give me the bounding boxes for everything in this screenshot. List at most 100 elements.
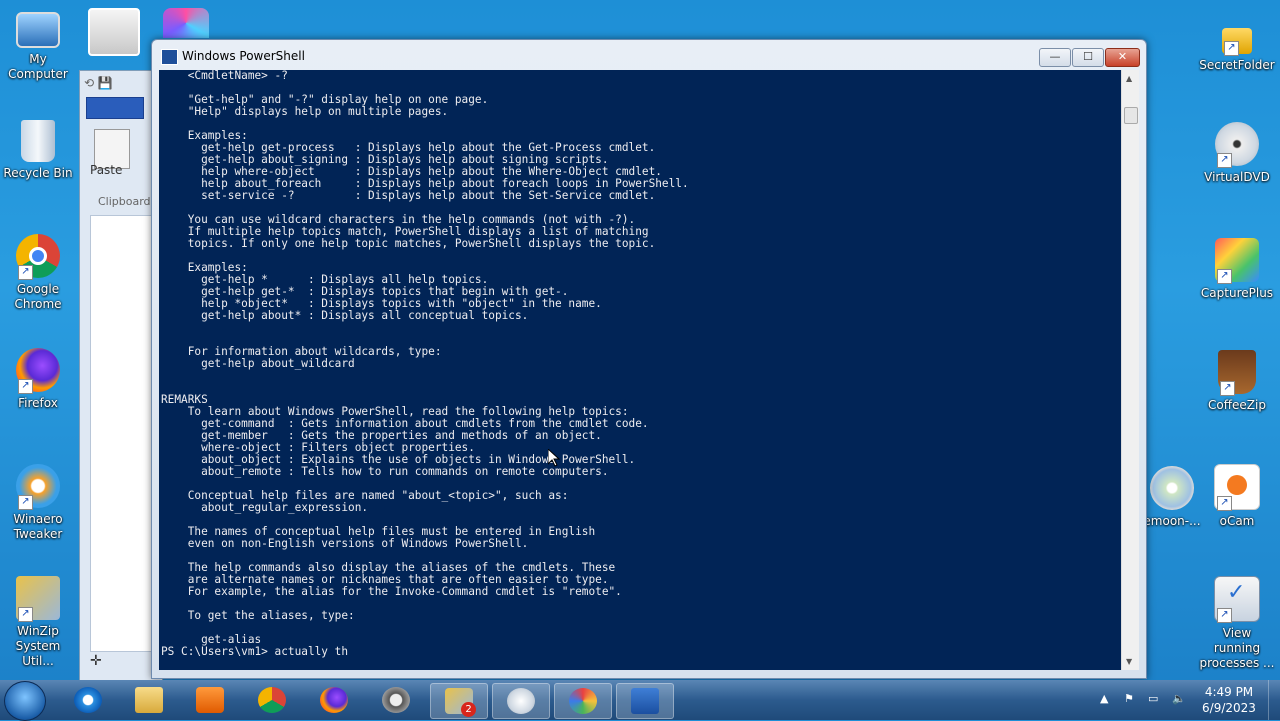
process-window-icon: ✓ ↗: [1214, 576, 1260, 623]
icon-label: Google Chrome: [14, 282, 62, 311]
taskbar-powershell[interactable]: [616, 683, 674, 719]
clock-time: 4:49 PM: [1204, 685, 1254, 699]
start-button[interactable]: [4, 681, 46, 721]
icon-label: Recycle Bin: [3, 166, 73, 180]
paste-label[interactable]: Paste: [90, 163, 122, 177]
camstudio-icon[interactable]: [88, 8, 140, 56]
shortcut-arrow-icon: ↗: [18, 265, 33, 280]
shortcut-arrow-icon: ↗: [18, 495, 33, 510]
secretfolder-icon[interactable]: ↗ SecretFolder: [1199, 12, 1275, 73]
taskbar-winzip[interactable]: 2: [430, 683, 488, 719]
raccoon-icon: [382, 687, 410, 713]
close-button[interactable]: ✕: [1105, 48, 1140, 67]
ribbon-menu-button[interactable]: [86, 97, 144, 119]
monitor-icon: [16, 12, 60, 48]
command-input[interactable]: actually th: [275, 645, 348, 658]
shortcut-arrow-icon: ↗: [1217, 153, 1232, 168]
shortcut-arrow-icon: ↗: [18, 379, 33, 394]
taskbar-explorer[interactable]: [121, 683, 177, 717]
icon-label: CoffeeZip: [1208, 398, 1266, 412]
view-processes-icon[interactable]: ✓ ↗ View running processes ...: [1199, 576, 1275, 671]
volume-icon[interactable]: 🔈: [1172, 692, 1186, 706]
shortcut-arrow-icon: ↗: [1224, 41, 1239, 56]
shortcut-arrow-icon: ↗: [1217, 496, 1232, 511]
paint-palette-icon: [569, 688, 597, 714]
disc-icon: [507, 688, 535, 714]
console-prompt-line[interactable]: PS C:\Users\vm1> actually th: [159, 646, 1121, 658]
chrome-icon[interactable]: ↗ Google Chrome: [0, 234, 76, 312]
taskbar-disc-app[interactable]: [492, 683, 550, 719]
powershell-icon: [161, 49, 178, 65]
shortcut-arrow-icon: ↗: [1217, 608, 1232, 623]
taskbar: 2 ▲ ⚑ ▭ 🔈 4:49 PM 6/9/2023: [0, 680, 1280, 721]
app-icon-top: [163, 8, 209, 38]
icon-label: SecretFolder: [1199, 58, 1275, 72]
window-count-badge: 2: [461, 702, 476, 717]
powershell-window[interactable]: Windows PowerShell — ☐ ✕ <CmdletName> -?…: [151, 39, 1147, 679]
winzip-icon[interactable]: ↗ WinZip System Util...: [0, 576, 76, 669]
console-area[interactable]: <CmdletName> -? "Get-help" and "-?" disp…: [159, 70, 1121, 670]
taskbar-ie[interactable]: [60, 683, 116, 717]
recycle-bin-icon[interactable]: Recycle Bin: [0, 120, 76, 181]
winaero-logo-icon: ↗: [16, 464, 60, 510]
palette-icon: ↗: [1215, 238, 1259, 284]
bin-icon: [21, 120, 55, 162]
prompt: PS C:\Users\vm1>: [161, 645, 275, 658]
clock-date: 6/9/2023: [1202, 701, 1256, 715]
coffee-cup-icon: ↗: [1218, 350, 1256, 396]
ocam-icon[interactable]: ↗ oCam: [1199, 464, 1275, 529]
scroll-down-icon[interactable]: ▼: [1126, 657, 1132, 666]
clipboard-label: Clipboard: [98, 195, 151, 208]
folder-icon: [135, 687, 163, 713]
taskbar-raccoon[interactable]: [368, 683, 424, 717]
shortcut-arrow-icon: ↗: [1217, 269, 1232, 284]
ocam-logo-icon: ↗: [1214, 464, 1260, 511]
disc-icon: [1150, 466, 1194, 510]
dvd-icon[interactable]: ↗ VirtualDVD: [1199, 122, 1275, 185]
console-output: <CmdletName> -? "Get-help" and "-?" disp…: [161, 70, 689, 646]
icon-label: View running processes ...: [1199, 626, 1275, 670]
vertical-scrollbar[interactable]: ▲ ▼: [1121, 70, 1139, 670]
icon-label: Winaero Tweaker: [13, 512, 63, 541]
icon-label: WinZip System Util...: [15, 624, 61, 668]
my-computer-icon[interactable]: My Computer: [0, 8, 76, 82]
icon-label: oCam: [1219, 514, 1255, 528]
clock[interactable]: 4:49 PM 6/9/2023: [1196, 684, 1262, 716]
icon-label: CapturePlus: [1200, 286, 1274, 300]
minimize-button[interactable]: —: [1039, 48, 1071, 67]
captureplus-icon[interactable]: ↗ CapturePlus: [1199, 238, 1275, 301]
scroll-up-icon[interactable]: ▲: [1126, 74, 1132, 83]
move-icon: ✛: [90, 653, 102, 669]
icon-label: VirtualDVD: [1204, 170, 1270, 184]
taskbar-paint[interactable]: [554, 683, 612, 719]
coffeezip-icon[interactable]: ↗ CoffeeZip: [1199, 350, 1275, 413]
window-title: Windows PowerShell: [182, 49, 305, 63]
powershell-icon: [631, 688, 659, 714]
media-player-icon: [196, 687, 224, 713]
maximize-button[interactable]: ☐: [1072, 48, 1104, 67]
firefox-icon: [320, 687, 348, 713]
icon-label: Firefox: [18, 396, 58, 410]
chrome-icon: [258, 687, 286, 713]
icon-label: My Computer: [8, 52, 68, 81]
flag-icon[interactable]: ⚑: [1124, 692, 1138, 706]
chrome-logo-icon: ↗: [16, 234, 60, 280]
padlock-icon: ↗: [1222, 28, 1252, 56]
taskbar-media[interactable]: [182, 683, 238, 717]
dvd-disc-icon: ↗: [1215, 122, 1259, 168]
winaero-icon[interactable]: ↗ Winaero Tweaker: [0, 464, 76, 542]
show-hidden-icons[interactable]: ▲: [1100, 692, 1114, 706]
network-icon[interactable]: ▭: [1148, 692, 1162, 706]
firefox-logo-icon: ↗: [16, 348, 60, 394]
quick-access-icons: ⟲ 💾: [84, 76, 113, 90]
winzip-logo-icon: ↗: [16, 576, 60, 622]
mouse-cursor-icon: [548, 449, 560, 467]
shortcut-arrow-icon: ↗: [1220, 381, 1235, 396]
shortcut-arrow-icon: ↗: [18, 607, 33, 622]
taskbar-firefox[interactable]: [306, 683, 362, 717]
taskbar-chrome[interactable]: [244, 683, 300, 717]
scroll-thumb[interactable]: [1124, 107, 1138, 124]
firefox-icon[interactable]: ↗ Firefox: [0, 348, 76, 411]
show-desktop-button[interactable]: [1268, 680, 1280, 720]
ie-icon: [74, 687, 102, 713]
